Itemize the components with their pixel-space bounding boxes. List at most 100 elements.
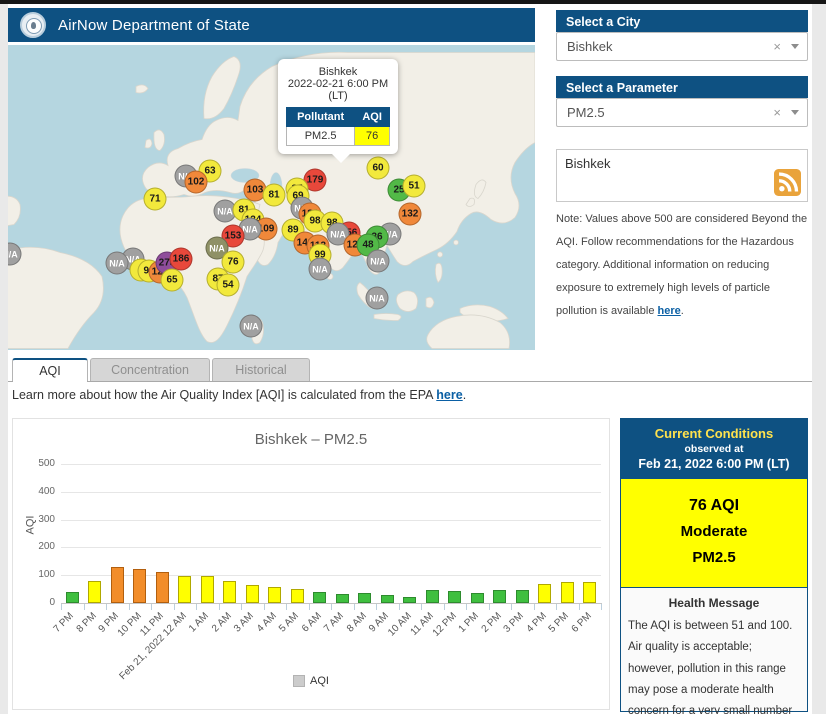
- aqi-bar[interactable]: [223, 580, 237, 603]
- y-tick-label: 300: [38, 513, 55, 525]
- map-marker[interactable]: 186: [169, 247, 193, 271]
- learn-more-body: Learn more about how the Air Quality Ind…: [12, 388, 437, 402]
- aqi-bar[interactable]: [133, 568, 147, 603]
- aqi-bar[interactable]: [245, 585, 259, 603]
- x-tick: [556, 604, 557, 610]
- aqi-bar[interactable]: [538, 583, 552, 603]
- x-tick: [376, 604, 377, 610]
- map-marker[interactable]: N/A: [365, 286, 389, 310]
- parameter-clear-icon[interactable]: ×: [773, 105, 781, 120]
- map-marker[interactable]: 102: [184, 170, 208, 194]
- aqi-bar[interactable]: [403, 596, 417, 603]
- map-marker[interactable]: 60: [366, 156, 390, 180]
- popup-pollutant-value: PM2.5: [285, 126, 356, 146]
- feed-city-label: Bishkek: [565, 156, 611, 171]
- x-tick: [83, 604, 85, 610]
- aqi-bar[interactable]: [313, 591, 327, 603]
- aqi-bar[interactable]: [335, 593, 349, 603]
- chart-plot: 0 100 200 300 400 500 7 PM 8 PM 9 PM 10 PM 11 PM Fe…: [13, 419, 609, 709]
- x-tick: [398, 604, 400, 610]
- aqi-bar[interactable]: [583, 581, 597, 603]
- map-marker[interactable]: 71: [143, 187, 167, 211]
- popup-lt: (LT): [328, 90, 348, 102]
- popup-aqi-value: 76: [354, 126, 390, 146]
- health-message-text: The AQI is between 51 and 100. Air quali…: [628, 620, 793, 714]
- aqi-bar[interactable]: [470, 592, 484, 603]
- health-message-title: Health Message: [668, 596, 760, 610]
- x-tick: [353, 604, 355, 610]
- city-clear-icon[interactable]: ×: [773, 39, 781, 54]
- legend-swatch: [293, 675, 306, 687]
- popup-city: Bishkek: [318, 66, 358, 78]
- aqi-bar[interactable]: [560, 581, 574, 603]
- department-of-state-seal-logo: [20, 12, 46, 38]
- x-tick: [331, 604, 332, 610]
- select-parameter-header: Select a Parameter: [556, 76, 808, 98]
- aqi-category: Moderate: [680, 523, 748, 540]
- world-aqi-map[interactable]: N/A63N/A1027110381N/A81124109N/A89153N/A…: [8, 45, 535, 350]
- aqi-bar[interactable]: [88, 580, 102, 603]
- aqi-bar[interactable]: [358, 592, 372, 603]
- gridline: [61, 547, 601, 549]
- map-marker-layer: N/A63N/A1027110381N/A81124109N/A89153N/A…: [8, 45, 535, 350]
- x-tick: [578, 604, 580, 610]
- x-tick: [466, 604, 467, 610]
- map-marker[interactable]: 132: [398, 202, 422, 226]
- x-tick: [196, 604, 197, 610]
- parameter-select[interactable]: PM2.5 ×: [556, 98, 808, 127]
- observed-at-label: observed at: [684, 443, 744, 455]
- tab-concentration[interactable]: Concentration: [90, 358, 210, 381]
- learn-more-here-link[interactable]: here: [436, 388, 462, 402]
- aqi-bar[interactable]: [380, 594, 394, 603]
- note-text: Note: Values above 500 are considered Be…: [556, 208, 810, 323]
- map-marker[interactable]: 51: [402, 174, 426, 198]
- map-marker[interactable]: N/A: [105, 251, 129, 275]
- aqi-bar[interactable]: [290, 588, 304, 603]
- aqi-bar[interactable]: [493, 590, 507, 603]
- x-tick: [488, 604, 490, 610]
- aqi-bar[interactable]: [268, 587, 282, 603]
- x-tick: [106, 604, 107, 610]
- x-tick: [241, 604, 242, 610]
- map-marker[interactable]: N/A: [366, 249, 390, 273]
- map-marker[interactable]: 81: [262, 183, 286, 207]
- popup-col-pollutant: Pollutant: [285, 107, 356, 127]
- aqi-bar[interactable]: [65, 591, 79, 603]
- map-marker[interactable]: N/A: [8, 242, 22, 266]
- aqi-value: 76 AQI: [688, 497, 740, 514]
- aqi-bar[interactable]: [200, 576, 214, 603]
- x-tick: [218, 604, 220, 610]
- chart-legend[interactable]: AQI: [13, 675, 609, 687]
- map-marker[interactable]: N/A: [239, 314, 263, 338]
- select-city-header: Select a City: [556, 10, 808, 32]
- city-select[interactable]: Bishkek ×: [556, 32, 808, 61]
- parameter-caret-down-icon[interactable]: [791, 110, 799, 115]
- x-tick: [151, 604, 152, 610]
- gridline: [61, 491, 601, 493]
- tab-historical[interactable]: Historical: [212, 358, 310, 381]
- map-marker[interactable]: 54: [216, 273, 240, 297]
- learn-more-suffix: .: [462, 388, 467, 402]
- x-tick: [173, 604, 175, 610]
- current-conditions-panel: Current Conditions observed at Feb 21, 2…: [620, 418, 808, 714]
- page: AirNow Department of State /A 63 102 71 …: [0, 0, 826, 714]
- note-text-body: Note: Values above 500 are considered Be…: [556, 213, 808, 318]
- note-here-link[interactable]: here: [658, 305, 681, 317]
- map-marker[interactable]: N/A: [308, 257, 332, 281]
- rss-icon[interactable]: [774, 169, 801, 196]
- map-marker[interactable]: 65: [160, 268, 184, 292]
- x-tick: [601, 604, 602, 610]
- aqi-bar[interactable]: [448, 591, 462, 603]
- aqi-bar[interactable]: [515, 589, 529, 603]
- tab-bar: AQI Concentration Historical: [8, 358, 812, 382]
- x-tick: [443, 604, 445, 610]
- tab-aqi[interactable]: AQI: [12, 358, 88, 382]
- aqi-bar[interactable]: [155, 572, 169, 603]
- city-caret-down-icon[interactable]: [791, 44, 799, 49]
- aqi-bar[interactable]: [110, 566, 124, 603]
- aqi-pollutant: PM2.5: [692, 549, 736, 566]
- aqi-bar[interactable]: [425, 589, 439, 603]
- feed-box: Bishkek: [556, 149, 808, 202]
- aqi-bar[interactable]: [178, 576, 192, 603]
- aqi-reading-block: 76 AQI Moderate PM2.5: [621, 479, 807, 588]
